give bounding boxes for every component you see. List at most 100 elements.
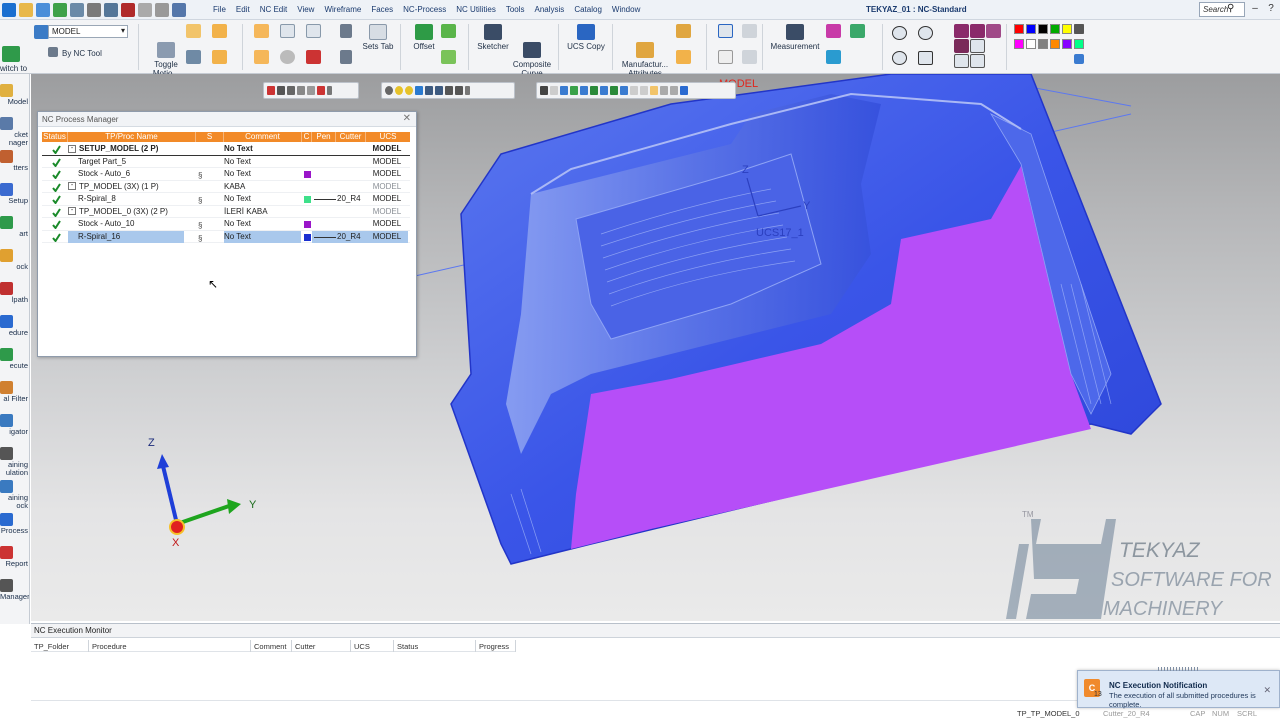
table-icon[interactable] [254, 24, 269, 38]
palette-color-swatch[interactable] [1026, 39, 1036, 49]
link-icon[interactable]: § [198, 233, 202, 243]
save-icon[interactable] [36, 3, 50, 17]
row-name-cell[interactable]: - TP_MODEL (3X) (1 P) [68, 181, 184, 193]
sel7-icon[interactable] [610, 86, 618, 95]
view-toolbar-1[interactable] [263, 82, 359, 99]
menu-item-edit[interactable]: Edit [232, 5, 256, 14]
leftbar-item-3[interactable]: Setup [0, 183, 29, 205]
col-comment[interactable]: Comment [224, 132, 302, 142]
layout-icon[interactable] [172, 3, 186, 17]
offset-button[interactable]: Offset [408, 24, 440, 51]
window-icon[interactable] [280, 24, 295, 38]
leftbar-item-13[interactable]: Process [0, 513, 29, 535]
model-combo[interactable]: MODEL ▾ [48, 25, 128, 38]
row-comment[interactable]: No Text [224, 143, 301, 155]
menu-item-file[interactable]: File [209, 5, 232, 14]
leftbar-item-11[interactable]: aining ulation [0, 447, 29, 477]
open-icon[interactable] [19, 3, 33, 17]
row-comment[interactable]: KABA [224, 181, 301, 193]
cube-view7-icon[interactable] [970, 54, 985, 68]
sel12-icon[interactable] [660, 86, 668, 95]
sel8-icon[interactable] [620, 86, 628, 95]
palette-color-swatch[interactable] [1014, 24, 1024, 34]
search-input[interactable]: Search [1199, 2, 1245, 17]
attribute2-icon[interactable] [676, 24, 691, 38]
copy-icon[interactable] [277, 86, 285, 95]
tool-path-icon[interactable] [186, 24, 201, 38]
col-name[interactable]: TP/Proc Name [68, 132, 196, 142]
view-icon[interactable] [415, 86, 423, 95]
leftbar-item-9[interactable]: al Filter [0, 381, 29, 403]
process-row[interactable]: Stock - Auto_10 § No Text MODEL [42, 218, 410, 231]
col-monitor-ucs[interactable]: UCS [351, 640, 394, 652]
expand-toggle-icon[interactable]: - [68, 144, 76, 153]
palette-color-swatch[interactable] [1062, 39, 1072, 49]
layers2-icon[interactable] [850, 24, 865, 38]
dropdown-icon[interactable] [327, 86, 332, 95]
process-row[interactable]: R-Spiral_8 § No Text 20_R4 MODEL [42, 193, 410, 206]
list-icon[interactable] [306, 24, 321, 38]
nc-tool-icon[interactable] [48, 47, 58, 57]
notification-close-icon[interactable]: ✕ [1263, 685, 1271, 696]
small-grid-icon[interactable] [742, 24, 757, 38]
ucs-copy-button[interactable]: UCS Copy [566, 24, 606, 51]
col-status[interactable]: Status [42, 132, 68, 142]
process-manager-titlebar[interactable]: NC Process Manager ✕ [38, 112, 416, 127]
link-icon[interactable] [186, 50, 201, 64]
leftbar-item-14[interactable]: Report [0, 546, 29, 568]
process-row[interactable]: Stock - Auto_6 § No Text MODEL [42, 168, 410, 181]
dropdown2-icon[interactable] [465, 86, 470, 95]
sel13-icon[interactable] [670, 86, 678, 95]
cube-view6-icon[interactable] [954, 54, 969, 68]
search-icon[interactable]: ⚲ [1227, 3, 1234, 14]
col-monitor-cutter[interactable]: Cutter [292, 640, 351, 652]
palette-color-swatch[interactable] [1074, 39, 1084, 49]
stack2-icon[interactable] [455, 86, 463, 95]
help-button[interactable]: ? [1264, 3, 1278, 15]
zoom-in-icon[interactable] [918, 26, 933, 40]
leftbar-item-0[interactable]: Model [0, 84, 29, 106]
menu-item-catalog[interactable]: Catalog [570, 5, 608, 14]
menu-item-faces[interactable]: Faces [367, 5, 399, 14]
row-comment[interactable]: No Text [224, 156, 301, 168]
leftbar-item-8[interactable]: ecute [0, 348, 29, 370]
cube-view5-icon[interactable] [970, 39, 985, 53]
refresh-icon[interactable] [155, 3, 169, 17]
expand-toggle-icon[interactable]: - [68, 207, 76, 216]
bulb-icon[interactable] [385, 86, 393, 95]
row-name-cell[interactable]: Stock - Auto_6 [68, 168, 184, 180]
process-row[interactable]: - SETUP_MODEL (2 P) No Text MODEL [42, 143, 410, 156]
cube-view-icon[interactable] [954, 24, 969, 38]
row-comment[interactable]: İLERİ KABA [224, 206, 301, 218]
palette-color-swatch[interactable] [1062, 24, 1072, 34]
link-icon[interactable]: § [198, 220, 202, 230]
process-row[interactable]: - TP_MODEL (3X) (1 P) KABA MODEL [42, 181, 410, 193]
sketcher-button[interactable]: Sketcher [476, 24, 510, 51]
col-monitor-status[interactable]: Status [394, 640, 476, 652]
palette-color-swatch[interactable] [1038, 39, 1048, 49]
leftbar-item-1[interactable]: cket nager [0, 117, 29, 147]
leftbar-item-12[interactable]: aining ock [0, 480, 29, 510]
measure-icon[interactable] [70, 3, 84, 17]
zoom-out-icon[interactable] [892, 51, 907, 65]
menu-item-nc-process[interactable]: NC-Process [399, 5, 452, 14]
sel14-icon[interactable] [680, 86, 688, 95]
link-icon[interactable]: § [198, 195, 202, 205]
col-tp-folder[interactable]: TP_Folder [31, 640, 89, 652]
sel2-icon[interactable] [560, 86, 568, 95]
leftbar-item-7[interactable]: edure [0, 315, 29, 337]
palette-color-swatch[interactable] [1014, 39, 1024, 49]
menu-item-analysis[interactable]: Analysis [531, 5, 571, 14]
group-icon[interactable] [212, 24, 227, 38]
link-icon[interactable]: § [198, 170, 202, 180]
close-icon[interactable]: ✕ [403, 113, 411, 124]
brush-icon[interactable] [1074, 54, 1084, 64]
print-icon[interactable] [87, 3, 101, 17]
leftbar-item-10[interactable]: igator [0, 414, 29, 436]
col-c[interactable]: C [302, 132, 312, 142]
cube-view4-icon[interactable] [954, 39, 969, 53]
expand-toggle-icon[interactable]: - [68, 182, 76, 191]
sel6-icon[interactable] [600, 86, 608, 95]
row-name-cell[interactable]: Stock - Auto_10 [68, 218, 184, 230]
render-icon[interactable] [826, 50, 841, 64]
